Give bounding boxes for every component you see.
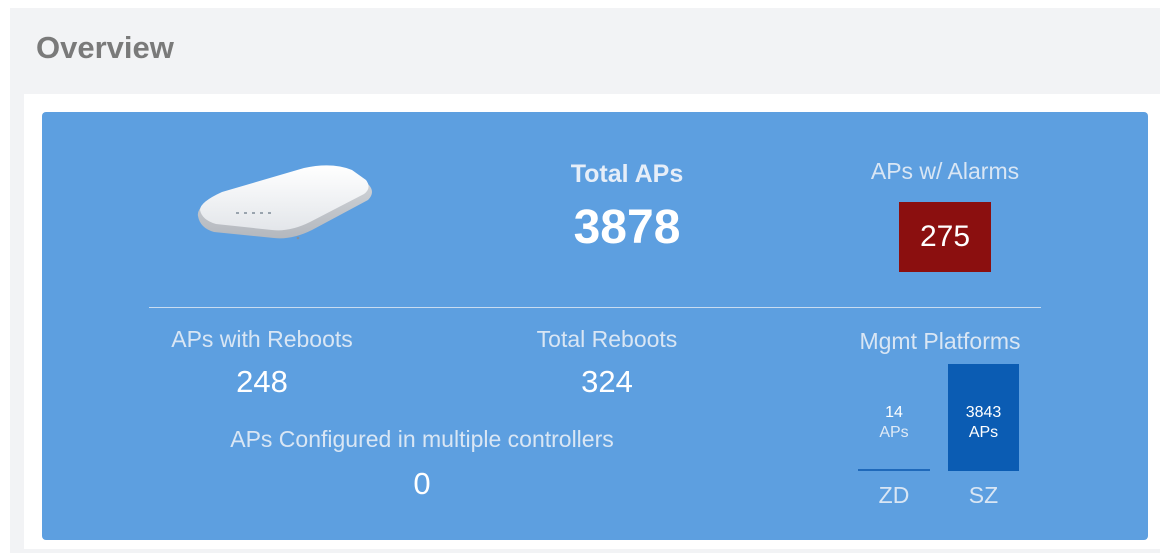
zd-bar-value: 14 APs (864, 403, 924, 443)
alarms-count-badge[interactable]: 275 (899, 202, 991, 272)
sz-label: SZ (968, 482, 999, 508)
zd-label: ZD (878, 482, 910, 508)
mgmt-platforms-label: Mgmt Platforms (859, 328, 1021, 354)
multi-controller-label: APs Configured in multiple controllers (230, 426, 614, 452)
total-aps-value: 3878 (573, 201, 681, 254)
zd-bar[interactable] (858, 469, 930, 471)
divider (149, 307, 1041, 308)
total-reboots-label: Total Reboots (536, 326, 678, 352)
access-point-device-icon (197, 165, 372, 240)
overview-panel: Total APs 3878 APs w/ Alarms 275 APs wit… (42, 112, 1148, 540)
aps-with-reboots-value: 248 (236, 364, 288, 399)
alarms-label: APs w/ Alarms (870, 158, 1020, 184)
zd-unit: APs (879, 424, 909, 441)
multi-controller-value: 0 (413, 466, 431, 501)
aps-with-reboots-label: APs with Reboots (171, 326, 353, 352)
page-title: Overview (36, 30, 174, 65)
sz-unit: APs (968, 424, 999, 441)
sz-count: 3843 (965, 404, 1002, 421)
total-aps-label: Total APs (570, 160, 684, 188)
zd-count: 14 (885, 404, 903, 421)
total-reboots-value: 324 (581, 364, 633, 399)
sz-bar-value: 3843 APs (948, 403, 1019, 443)
